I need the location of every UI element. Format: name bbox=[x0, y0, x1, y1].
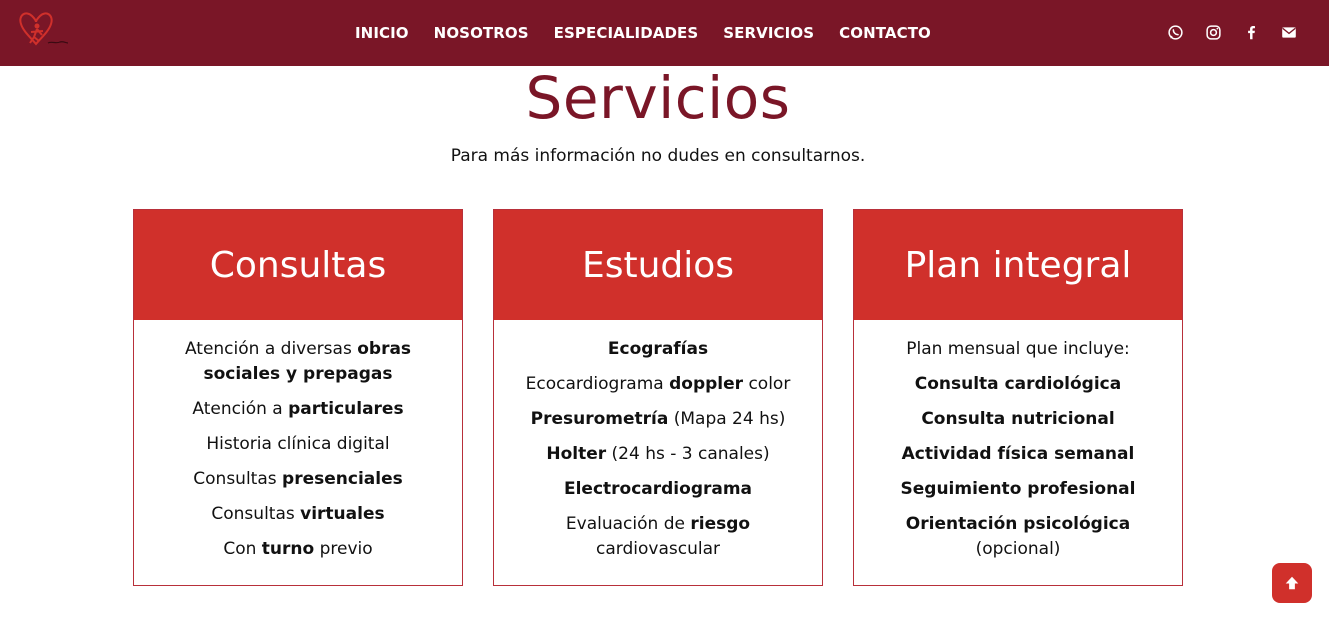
page-subtitle: Para más información no dudes en consult… bbox=[450, 146, 866, 166]
list-item: Consulta nutricional bbox=[921, 409, 1115, 429]
list-item: Consultas presenciales bbox=[193, 469, 403, 489]
list-item: Historia clínica digital bbox=[206, 434, 390, 454]
nav-inicio[interactable]: INICIO bbox=[355, 24, 409, 42]
whatsapp-icon[interactable] bbox=[1165, 22, 1185, 42]
arrow-up-icon bbox=[1285, 576, 1299, 590]
card-plan-integral: Plan integral Plan mensual que incluye: … bbox=[853, 209, 1183, 586]
list-item: Holter (24 hs - 3 canales) bbox=[546, 444, 770, 464]
card-list: Ecografías Ecocardiograma doppler color … bbox=[494, 320, 822, 562]
list-item: Consultas virtuales bbox=[211, 504, 385, 524]
nav-servicios[interactable]: SERVICIOS bbox=[723, 24, 814, 42]
card-header: Consultas bbox=[134, 210, 462, 320]
list-item: Ecografías bbox=[607, 339, 709, 359]
card-consultas: Consultas Atención a diversas obras soci… bbox=[133, 209, 463, 586]
nav-especialidades[interactable]: ESPECIALIDADES bbox=[554, 24, 699, 42]
card-list: Plan mensual que incluye: Consulta cardi… bbox=[854, 320, 1182, 562]
scroll-to-top-button[interactable] bbox=[1272, 563, 1312, 603]
list-item: Plan mensual que incluye: bbox=[906, 339, 1130, 359]
heart-logo-icon[interactable] bbox=[18, 10, 72, 52]
list-item: Presurometría (Mapa 24 hs) bbox=[530, 409, 786, 429]
nav-nosotros[interactable]: NOSOTROS bbox=[434, 24, 529, 42]
social-links bbox=[1147, 22, 1299, 42]
card-estudios: Estudios Ecografías Ecocardiograma doppl… bbox=[493, 209, 823, 586]
card-header: Plan integral bbox=[854, 210, 1182, 320]
facebook-icon[interactable] bbox=[1241, 22, 1261, 42]
navbar: INICIO NOSOTROS ESPECIALIDADES SERVICIOS… bbox=[0, 0, 1329, 66]
card-title: Estudios bbox=[581, 244, 735, 286]
main-nav: INICIO NOSOTROS ESPECIALIDADES SERVICIOS… bbox=[355, 0, 956, 66]
instagram-icon[interactable] bbox=[1203, 22, 1223, 42]
card-list: Atención a diversas obras sociales y pre… bbox=[134, 320, 462, 562]
nav-contacto[interactable]: CONTACTO bbox=[839, 24, 931, 42]
list-item: Atención a diversas obras sociales y pre… bbox=[184, 339, 412, 384]
list-item: Evaluación de riesgo cardiovascular bbox=[565, 514, 751, 559]
card-title: Consultas bbox=[209, 244, 387, 286]
list-item: Atención a particulares bbox=[192, 399, 404, 419]
list-item: Seguimiento profesional bbox=[900, 479, 1136, 499]
page-title: Servicios bbox=[525, 64, 791, 132]
envelope-icon[interactable] bbox=[1279, 22, 1299, 42]
card-header: Estudios bbox=[494, 210, 822, 320]
list-item: Ecocardiograma doppler color bbox=[525, 374, 791, 394]
list-item: Actividad física semanal bbox=[901, 444, 1135, 464]
list-item: Con turno previo bbox=[223, 539, 373, 559]
list-item: Consulta cardiológica bbox=[914, 374, 1122, 394]
card-title: Plan integral bbox=[904, 244, 1132, 286]
list-item: Electrocardiograma bbox=[563, 479, 753, 499]
list-item: Orientación psicológica (opcional) bbox=[905, 514, 1131, 559]
